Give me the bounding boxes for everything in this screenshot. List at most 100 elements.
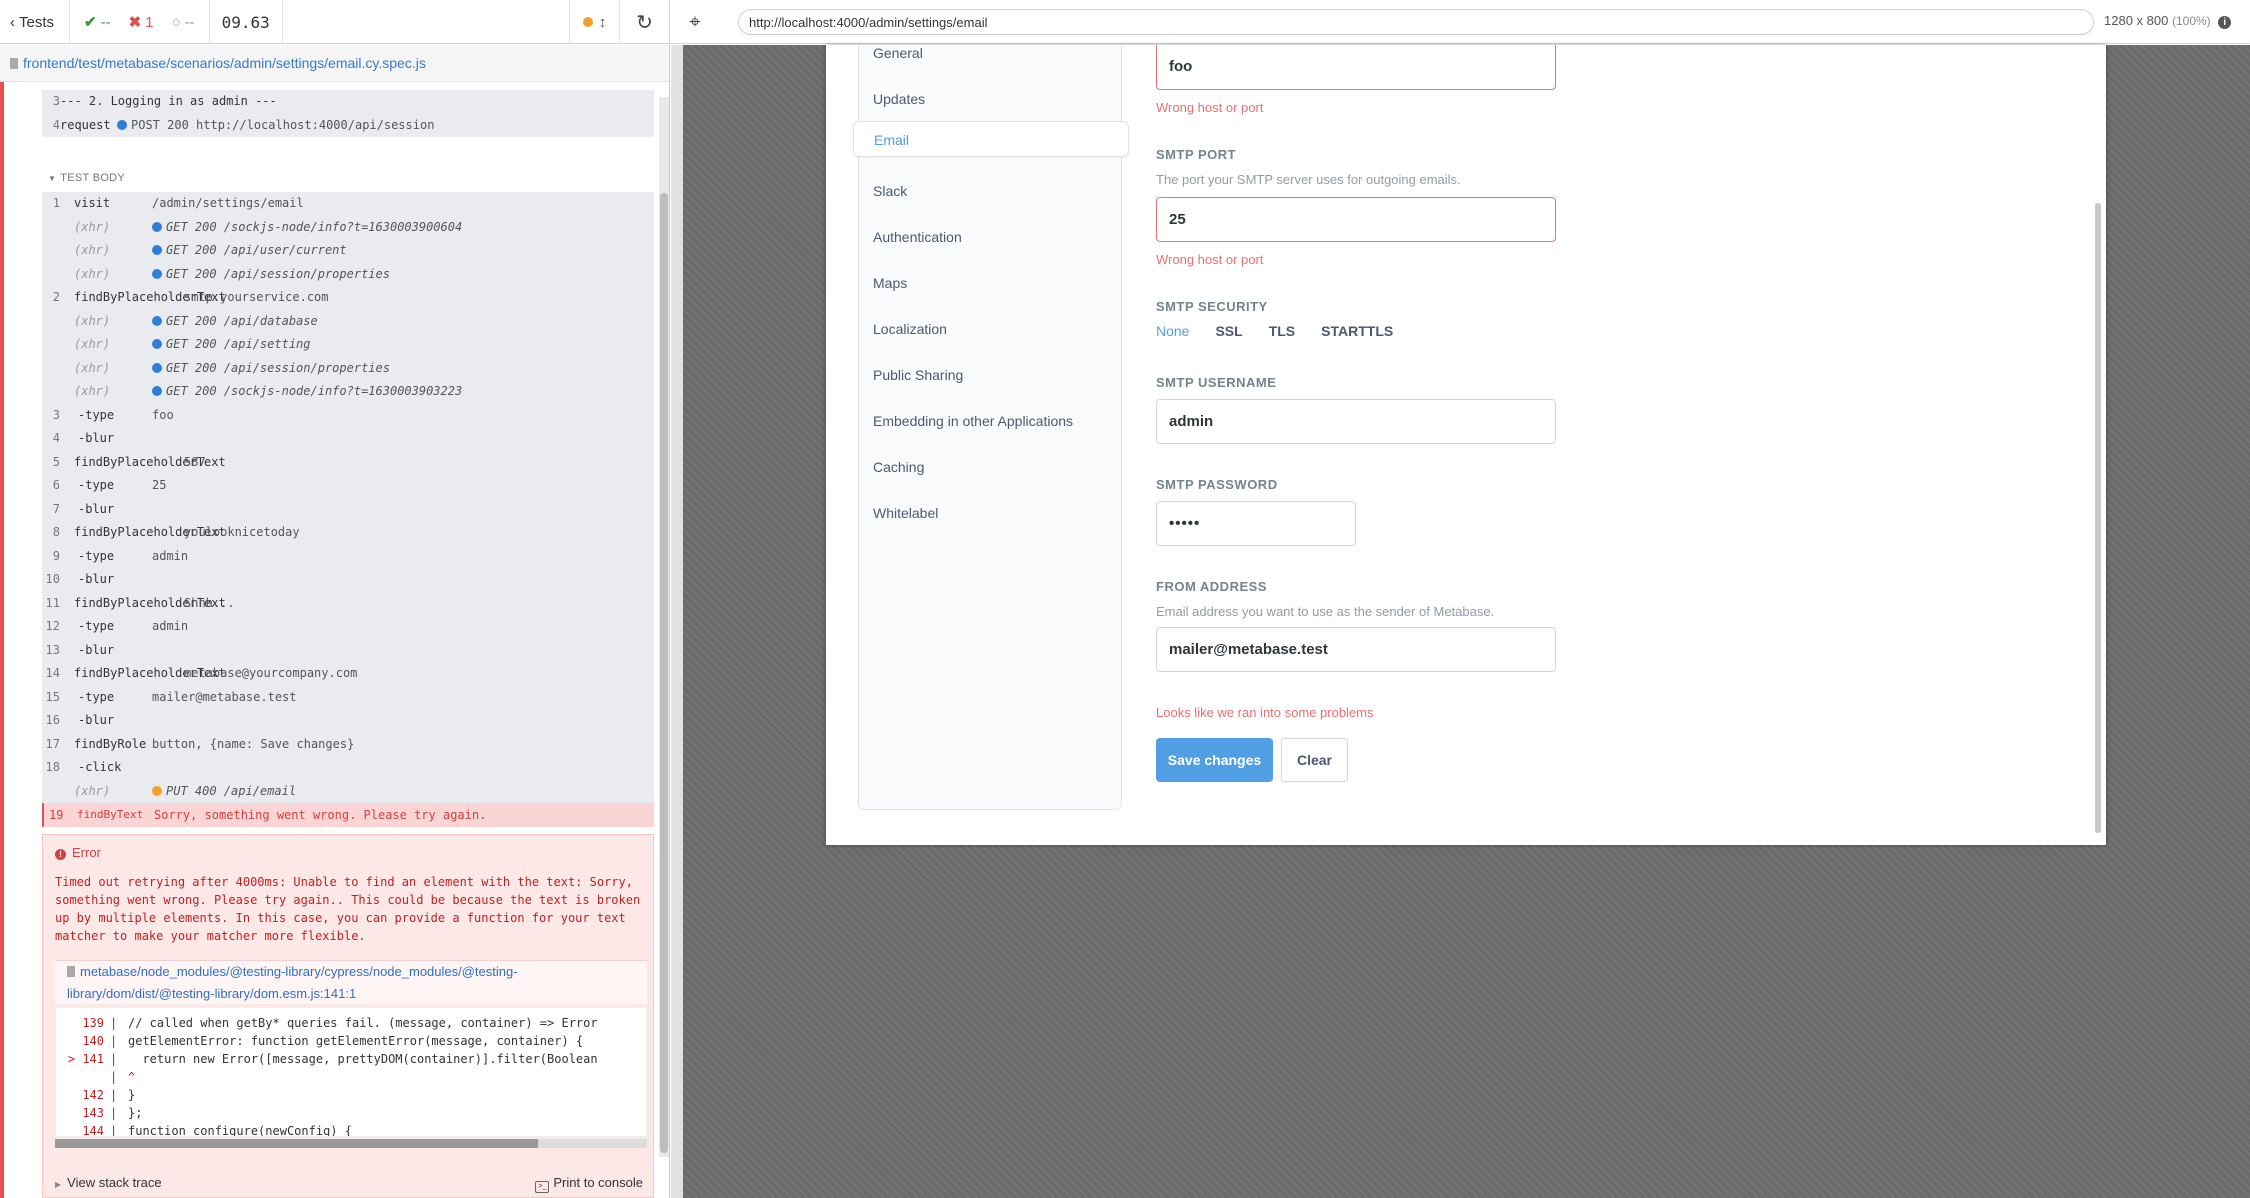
pending-stat: ○ -- [171,13,195,31]
reporter-controls: ‹ Tests ✔ -- ✖ 1 ○ -- 09.63 ↕ ↻ [0,0,670,44]
from-address-input[interactable]: mailer@metabase.test [1156,627,1556,672]
command-row[interactable]: 7 -blur [42,498,654,522]
caret-down-icon: ▼ [48,174,57,183]
command-row[interactable]: (xhr) GET 200 /sockjs-node/info?t=1630003… [42,216,654,240]
command-row[interactable]: (xhr) GET 200 /api/user/current [42,239,654,263]
command-row[interactable]: (xhr) GET 200 /sockjs-node/info?t=1630003… [42,380,654,404]
status-dot-icon [582,17,593,27]
command-row[interactable]: (xhr) PUT 400 /api/email [42,780,654,804]
command-row[interactable]: 17 findByRole button, {name: Save changes} [42,733,654,757]
command-row[interactable]: 2 findByPlaceholderText smtp.yourservice.c… [42,286,654,310]
print-to-console-button[interactable]: >_ Print to console [535,1175,643,1193]
command-row[interactable]: (xhr) GET 200 /api/setting [42,333,654,357]
command-row[interactable]: (xhr) GET 200 /api/session/properties [42,263,654,287]
failed-test: 3 --- 2. Logging in as admin --- 4 reque… [0,82,669,1198]
smtp-username-label: SMTP USERNAME [1156,375,1277,390]
command-row[interactable]: (xhr) GET 200 /api/session/properties [42,357,654,381]
status-dot-icon [152,339,162,349]
viewport-size: 1280 x 800 [2104,13,2169,28]
tests-back-button[interactable]: ‹ Tests [0,0,70,44]
settings-nav-item-general[interactable]: General [873,45,923,61]
status-dot-icon [152,268,162,279]
code-line: 143 |}; [82,1106,143,1120]
status-dot-icon [152,221,162,232]
settings-nav-item-embedding-in-other-applications[interactable]: Embedding in other Applications [873,413,1073,429]
url-field[interactable]: http://localhost:4000/admin/settings/ema… [738,9,2094,35]
settings-nav-item-updates[interactable]: Updates [873,91,925,107]
smtp-port-input[interactable]: 25 [1156,197,1556,242]
smtp-password-label: SMTP PASSWORD [1156,477,1278,492]
smtp-port-description: The port your SMTP server uses for outgo… [1156,172,1461,187]
security-option-none[interactable]: None [1156,323,1189,339]
settings-nav-item-whitelabel[interactable]: Whitelabel [873,505,938,521]
view-stack-trace-toggle[interactable]: ▶ View stack trace [55,1175,162,1190]
error-file-link[interactable]: metabase/node_modules/@testing-library/c… [55,960,647,1004]
command-row[interactable]: 14 findByPlaceholderText metabase@yourcomp… [42,662,654,686]
status-dot-icon [152,315,162,326]
command-row[interactable]: 5 findByPlaceholderText 587 [42,451,654,475]
info-icon: i [2218,16,2232,29]
security-option-ssl[interactable]: SSL [1215,323,1242,339]
status-dot-icon [152,785,162,796]
command-row[interactable]: 3 -type foo [42,404,654,428]
failed-stat: ✖ 1 [128,13,154,32]
settings-nav-item-public-sharing[interactable]: Public Sharing [873,367,963,383]
command-row[interactable]: 3 --- 2. Logging in as admin --- [42,90,654,114]
failed-command-row[interactable]: 19 findByText Sorry, something went wron… [42,803,654,827]
code-frame-scrollbar[interactable] [55,1139,647,1148]
settings-sidebar: General Updates Email Slack Authentication Ma… [853,45,1129,810]
spec-path-text: frontend/test/metabase/scenarios/admin/s… [23,55,426,71]
settings-nav-item-localization[interactable]: Localization [873,321,947,337]
security-option-starttls[interactable]: STARTTLS [1321,323,1393,339]
from-address-description: Email address you want to use as the sen… [1156,604,1495,619]
auto-scroll-toggle[interactable]: ↕ [570,0,620,44]
command-row[interactable]: 16 -blur [42,709,654,733]
selector-playground-button[interactable]: ⌖ [670,11,720,34]
smtp-username-input[interactable]: admin [1156,399,1556,444]
settings-nav-item-caching[interactable]: Caching [873,459,924,475]
command-row[interactable]: 15 -type mailer@metabase.test [42,686,654,710]
command-row[interactable]: 13 -blur [42,639,654,663]
smtp-security-options: None SSL TLS STARTTLS [1156,323,1393,339]
app-scrollbar[interactable] [2094,45,2102,835]
command-row[interactable]: 12 -type admin [42,615,654,639]
command-row[interactable]: 9 -type admin [42,545,654,569]
settings-nav-item-authentication[interactable]: Authentication [873,229,962,245]
code-frame: 139 |// called when getBy* queries fail. … [55,1007,647,1137]
error-title: ! Error [55,845,101,860]
smtp-security-label: SMTP SECURITY [1156,299,1268,314]
tests-label: Tests [19,13,55,31]
settings-nav-item-maps[interactable]: Maps [873,275,907,291]
command-row[interactable]: 18 -click [42,756,654,780]
status-dot-icon [117,119,127,130]
command-row[interactable]: 1 visit/admin/settings/email [42,192,654,216]
command-row[interactable]: 4 -blur [42,427,654,451]
command-row[interactable]: 8 findByPlaceholderText youlooknicetoday [42,521,654,545]
test-body-header[interactable]: ▼ TEST BODY [48,172,125,184]
spec-path[interactable]: frontend/test/metabase/scenarios/admin/s… [0,45,669,82]
smtp-port-error: Wrong host or port [1156,252,1264,267]
circle-icon: ○ [171,13,181,31]
command-row[interactable]: 11 findByPlaceholderText Shhh... [42,592,654,616]
settings-nav-item-slack[interactable]: Slack [873,183,907,199]
form-error-message: Looks like we ran into some problems [1156,705,1374,720]
reporter-scrollbar[interactable] [659,97,669,1157]
smtp-password-input[interactable]: ••••• [1156,501,1356,546]
test-body-commands: 1 visit/admin/settings/email (xhr) GET 200 … [42,192,654,803]
reporter-panel: frontend/test/metabase/scenarios/admin/s… [0,45,670,1198]
command-row[interactable]: 4 request POST 200 http://localhost:4000… [42,114,654,138]
test-stats: ✔ -- ✖ 1 ○ -- [70,0,210,44]
command-row[interactable]: (xhr) GET 200 /api/database [42,310,654,334]
save-changes-button[interactable]: Save changes [1156,738,1273,782]
clear-button[interactable]: Clear [1281,738,1348,782]
smtp-host-input[interactable]: foo [1156,45,1556,90]
rerun-button[interactable]: ↻ [620,0,670,44]
security-option-tls[interactable]: TLS [1269,323,1295,339]
command-row[interactable]: 10 -blur [42,568,654,592]
code-line: 142 |} [82,1088,136,1102]
command-row[interactable]: 6 -type 25 [42,474,654,498]
code-line: 139 |// called when getBy* queries fail. … [82,1016,598,1030]
viewport-info[interactable]: 1280 x 800 (100%) i [2104,13,2232,29]
settings-nav-item-email[interactable]: Email [853,121,1129,157]
error-panel: ! Error Timed out retrying after 4000ms: … [42,834,654,1198]
